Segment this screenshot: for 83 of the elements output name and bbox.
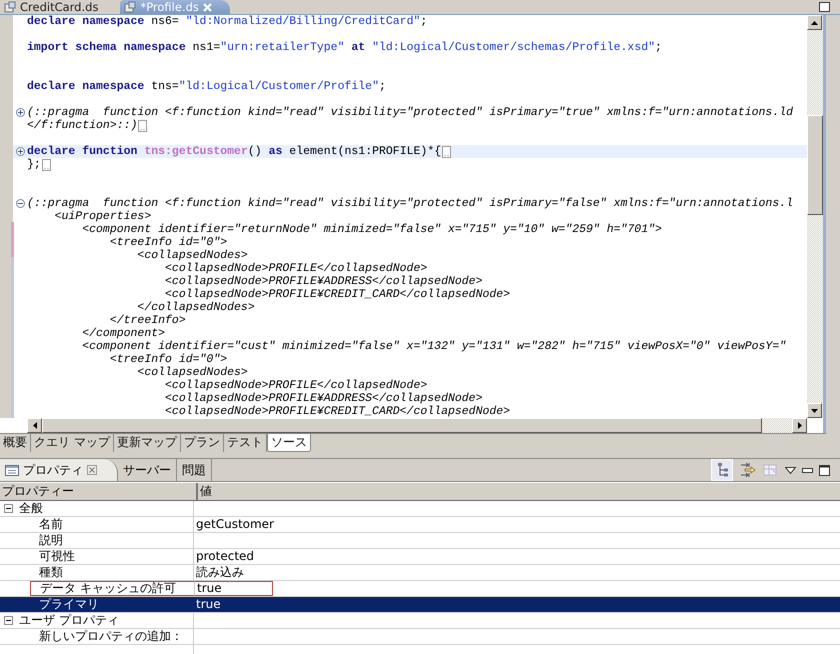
page-tab[interactable]: 概要 [0, 434, 31, 452]
folded-code-icon[interactable] [442, 146, 452, 158]
view-tab[interactable]: サーバー [118, 459, 177, 481]
property-name: プライマリ [38, 597, 99, 612]
property-value: 読み込み [196, 565, 244, 580]
expand-icon[interactable] [16, 108, 24, 117]
code-line: <collapsedNodes> [136, 249, 248, 262]
code-line: }; [27, 158, 41, 171]
code-line: <component identifier="returnNode" minimized="false" x="715" y="10" w="259" h="701"> [81, 223, 662, 236]
expand-icon[interactable] [16, 147, 24, 156]
down-arrow-icon [811, 408, 818, 412]
code-line: </component> [81, 327, 166, 340]
code-line: <treeInfo id="0"> [108, 236, 228, 249]
code-line: (::pragma function <f:function kind="read" visibility="protected" isPrimary="true" xmlns:f="urn:annotations.ld [27, 106, 794, 119]
maximize-icon[interactable] [819, 2, 830, 12]
page-tab[interactable]: クエリ マップ [31, 434, 114, 452]
code-line: <collapsedNode>PROFILE¥CREDIT_CARD</collapsedNode> [164, 405, 510, 418]
collapse-icon[interactable] [4, 616, 13, 625]
property-row[interactable]: プライマリ true [0, 597, 840, 613]
view-menu-icon[interactable] [785, 466, 796, 474]
code-line: import schema namespace ns1="urn:retailerType" at "ld:Logical/Customer/schemas/Profile.xsd"; [27, 41, 662, 54]
property-row[interactable]: 新しいプロパティの追加 : [0, 629, 840, 645]
scroll-left-button[interactable] [27, 418, 42, 433]
code-line: <collapsedNode>PROFILE¥CREDIT_CARD</collapsedNode> [164, 288, 510, 301]
view-tab[interactable]: 問題 [177, 459, 212, 481]
property-name: 種類 [38, 565, 63, 580]
column-header[interactable]: プロパティー [0, 483, 198, 500]
right-arrow-icon [798, 422, 802, 429]
property-name: 新しいプロパティの追加 : [38, 629, 179, 644]
filter-arrows-icon[interactable] [739, 461, 757, 479]
code-line: </f:function>::) [27, 119, 138, 132]
property-row[interactable]: 説明 [0, 533, 840, 549]
property-value: true [196, 597, 221, 612]
property-value: true [197, 581, 222, 596]
minimize-icon[interactable] [802, 468, 813, 472]
property-row[interactable]: 名前 getCustomer [0, 517, 840, 533]
page-tab[interactable]: プラン [180, 434, 224, 452]
property-row[interactable]: 可視性 protected [0, 549, 840, 565]
collapse-icon[interactable] [4, 504, 13, 513]
close-icon[interactable] [87, 465, 97, 475]
code-line: declare function tns:getCustomer() as element(ns1:PROFILE)*{ [27, 145, 442, 158]
code-line: <collapsedNodes> [136, 366, 248, 379]
maximize-icon[interactable] [819, 464, 830, 476]
scroll-thumb[interactable] [807, 115, 823, 215]
file-icon [4, 1, 16, 13]
vertical-scrollbar[interactable] [807, 15, 823, 418]
collapse-icon[interactable] [16, 199, 24, 208]
code-line: (::pragma function <f:function kind="read" visibility="protected" isPrimary="false" xmlns:f="urn:annotations.l [27, 197, 794, 210]
property-row[interactable]: 種類 読み込み [0, 565, 840, 581]
code-line: declare namespace ns6= "ld:Normalized/Billing/CreditCard"; [27, 15, 428, 28]
group-label: ユーザ プロパティ [19, 613, 119, 628]
code-line: </treeInfo> [108, 314, 186, 327]
file-icon [124, 1, 136, 13]
code-line: <collapsedNode>PROFILE¥ADDRESS</collapsedNode> [164, 275, 482, 288]
property-name: 名前 [38, 517, 63, 532]
code-line: <treeInfo id="0"> [108, 353, 228, 366]
property-value: protected [196, 549, 254, 564]
property-name: データ キャッシュの許可 [39, 581, 176, 596]
code-line: <collapsedNode>PROFILE</collapsedNode> [164, 379, 428, 392]
property-name: 説明 [38, 533, 63, 548]
code-line: <uiProperties> [54, 210, 152, 223]
editor-tab[interactable]: CreditCard.ds [0, 0, 110, 14]
left-arrow-icon [32, 422, 36, 429]
scroll-down-button[interactable] [807, 403, 822, 418]
properties-icon [5, 464, 19, 476]
property-name: 可視性 [38, 549, 75, 564]
code-line: </collapsedNodes> [136, 301, 255, 314]
up-arrow-icon [811, 20, 818, 24]
folded-code-icon[interactable] [42, 158, 51, 170]
view-tab[interactable]: プロパティ [0, 459, 118, 481]
code-line: <collapsedNode>PROFILE¥ADDRESS</collapsedNode> [164, 392, 482, 405]
page-tab[interactable]: 更新マップ [114, 434, 181, 452]
group-label: 全般 [19, 501, 43, 516]
folded-code-icon[interactable] [138, 120, 148, 132]
scroll-right-button[interactable] [792, 418, 807, 433]
code-line: declare namespace tns="ld:Logical/Customer/Profile"; [27, 80, 386, 93]
code-line: <collapsedNode>PROFILE</collapsedNode> [164, 262, 428, 275]
page-tab[interactable]: ソース [266, 434, 311, 452]
property-value: getCustomer [196, 517, 274, 532]
scroll-up-button[interactable] [807, 15, 822, 30]
code-line: <component identifier="cust" minimized="false" x="132" y="131" w="282" h="715" viewPosX="0" viewPosY=" [81, 340, 786, 353]
tree-icon[interactable] [711, 459, 733, 481]
column-header[interactable]: 値 [198, 483, 840, 500]
